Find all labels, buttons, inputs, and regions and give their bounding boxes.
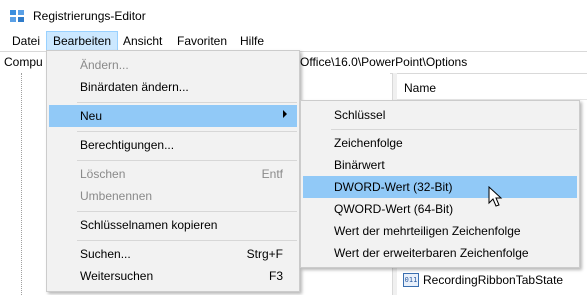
- menu-item-berechtigungen[interactable]: Berechtigungen...: [49, 134, 297, 156]
- menu-item-label: Umbenennen: [80, 189, 153, 203]
- submenu-item-multi-string[interactable]: Wert der mehrteiligen Zeichenfolge: [303, 220, 577, 242]
- menu-item-label: Wert der mehrteiligen Zeichenfolge: [334, 224, 521, 238]
- menu-item-umbenennen[interactable]: Umbenennen: [49, 185, 297, 207]
- menu-item-label: Suchen...: [80, 247, 131, 261]
- menu-item-suchen[interactable]: Suchen... Strg+F: [49, 243, 297, 265]
- menu-item-label: Zeichenfolge: [334, 136, 403, 150]
- menu-item-label: QWORD-Wert (64-Bit): [334, 202, 454, 216]
- menu-favoriten[interactable]: Favoriten: [171, 31, 233, 51]
- menu-item-label: Ändern...: [80, 58, 129, 72]
- edit-menu: Ändern... Binärdaten ändern... Neu Berec…: [46, 50, 300, 292]
- menu-separator: [331, 129, 577, 130]
- menu-item-weitersuchen[interactable]: Weitersuchen F3: [49, 265, 297, 287]
- submenu-item-expandable-string[interactable]: Wert der erweiterbaren Zeichenfolge: [303, 242, 577, 264]
- address-path-end: Office\16.0\PowerPoint\Options: [300, 55, 468, 69]
- menu-item-neu[interactable]: Neu: [49, 105, 297, 127]
- submenu-item-binaerwert[interactable]: Binärwert: [303, 154, 577, 176]
- tree-guide-line: [21, 73, 23, 295]
- menu-separator: [77, 102, 297, 103]
- menu-hilfe[interactable]: Hilfe: [234, 31, 270, 51]
- menu-separator: [77, 240, 297, 241]
- menu-item-loeschen[interactable]: Löschen Entf: [49, 163, 297, 185]
- menu-item-label: Binärwert: [334, 158, 385, 172]
- submenu-item-qword[interactable]: QWORD-Wert (64-Bit): [303, 198, 577, 220]
- list-item-name: RecordingRibbonTabState: [423, 273, 564, 287]
- menu-item-label: Schlüssel: [334, 108, 386, 122]
- menu-item-label: Wert der erweiterbaren Zeichenfolge: [334, 246, 529, 260]
- new-submenu: Schlüssel Zeichenfolge Binärwert DWORD-W…: [300, 100, 580, 268]
- menu-item-label: Schlüsselnamen kopieren: [80, 218, 218, 232]
- menu-item-aendern[interactable]: Ändern...: [49, 54, 297, 76]
- menu-separator: [77, 211, 297, 212]
- menu-separator: [77, 131, 297, 132]
- submenu-item-zeichenfolge[interactable]: Zeichenfolge: [303, 132, 577, 154]
- title-bar: Registrierungs-Editor: [0, 0, 587, 31]
- menu-item-label: Binärdaten ändern...: [80, 80, 189, 94]
- menu-bar: Datei Bearbeiten Ansicht Favoriten Hilfe: [0, 31, 587, 51]
- menu-item-label: Weitersuchen: [80, 269, 154, 283]
- menu-item-shortcut: F3: [268, 269, 283, 283]
- menu-item-schluesselnamen-kopieren[interactable]: Schlüsselnamen kopieren: [49, 214, 297, 236]
- window-title: Registrierungs-Editor: [33, 9, 146, 23]
- menu-datei[interactable]: Datei: [6, 31, 46, 51]
- menu-separator: [77, 160, 297, 161]
- menu-ansicht[interactable]: Ansicht: [117, 31, 168, 51]
- address-path-start: Compu: [4, 55, 43, 69]
- menu-item-shortcut: Strg+F: [246, 247, 283, 261]
- column-header-name[interactable]: Name: [397, 73, 587, 100]
- menu-item-binaerdaten-aendern[interactable]: Binärdaten ändern...: [49, 76, 297, 98]
- menu-item-label: Löschen: [80, 167, 126, 181]
- menu-item-shortcut: Entf: [261, 167, 283, 181]
- menu-bearbeiten[interactable]: Bearbeiten: [46, 31, 119, 51]
- menu-item-label: DWORD-Wert (32-Bit): [334, 180, 453, 194]
- menu-item-label: Berechtigungen...: [80, 138, 175, 152]
- column-header-label: Name: [404, 81, 437, 95]
- submenu-item-schluessel[interactable]: Schlüssel: [303, 104, 577, 126]
- submenu-item-dword[interactable]: DWORD-Wert (32-Bit): [303, 176, 577, 198]
- submenu-arrow-icon: [283, 110, 287, 118]
- mouse-cursor-icon: [488, 186, 503, 207]
- menu-item-label: Neu: [80, 109, 103, 123]
- dword-value-icon: 011: [403, 273, 419, 287]
- registry-editor-icon: [10, 10, 24, 22]
